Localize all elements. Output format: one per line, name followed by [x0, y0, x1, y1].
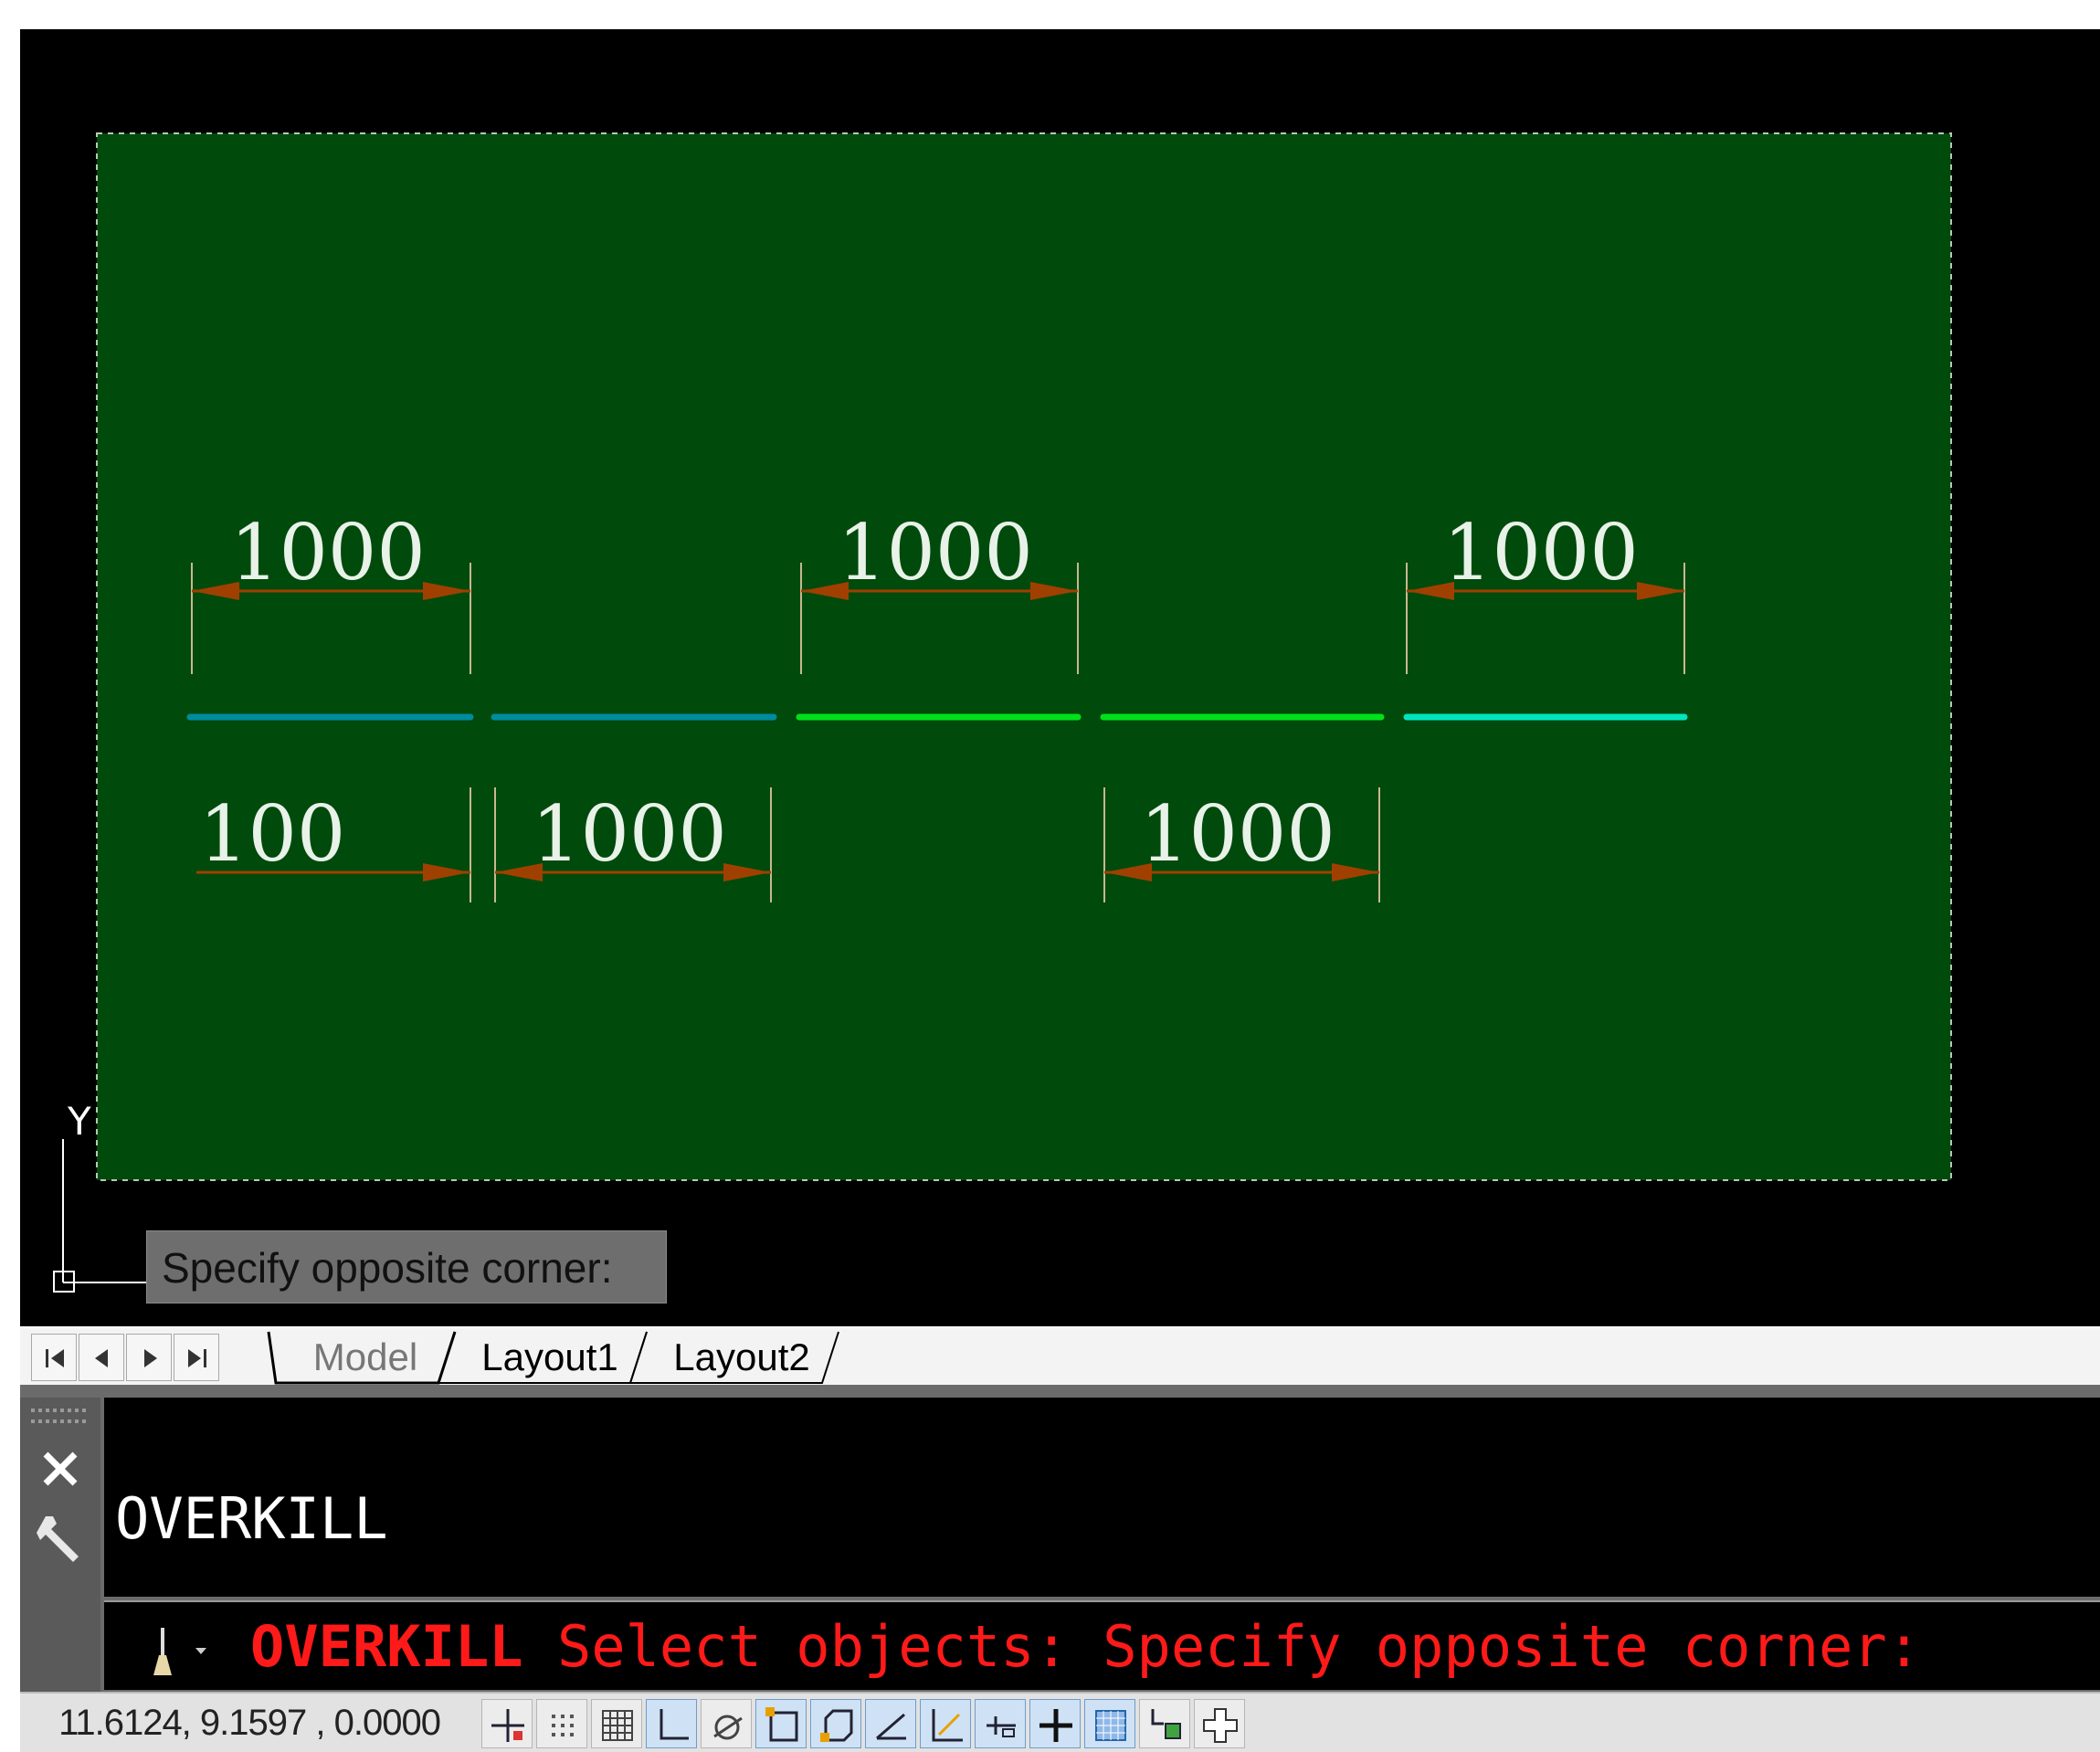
object-snap-tracking-toggle[interactable]: [865, 1699, 916, 1748]
dimension-text: 1000: [1443, 508, 1639, 597]
drawing-canvas[interactable]: 1000 1000 1000 100 1000 1000 Y Specify o…: [20, 29, 2100, 1326]
dynamic-ucs-icon: [932, 1709, 963, 1742]
object-snap-toggle[interactable]: [755, 1699, 807, 1748]
tab-layout2[interactable]: Layout2: [650, 1330, 833, 1385]
command-window-toolbar: [20, 1398, 100, 1692]
quick-properties-toggle[interactable]: [1139, 1699, 1190, 1748]
first-icon: [46, 1349, 64, 1367]
dynamic-input-icon: [987, 1716, 1016, 1737]
ortho-mode-icon: [660, 1709, 689, 1740]
grid-display-icon: [602, 1710, 633, 1741]
last-tab-button[interactable]: [174, 1334, 219, 1381]
command-window: OVERKILL OVERKILL Select objects: Specif…: [20, 1385, 2100, 1692]
3d-object-snap-icon: [820, 1709, 853, 1742]
autocad-window: 1000 1000 1000 100 1000 1000 Y Specify o…: [20, 29, 2100, 1752]
first-tab-button[interactable]: [31, 1334, 77, 1381]
last-icon: [188, 1349, 206, 1367]
tab-layout1[interactable]: Layout1: [459, 1330, 641, 1385]
command-history: OVERKILL: [104, 1398, 2100, 1597]
command-history-line: OVERKILL: [115, 1485, 388, 1552]
status-bar: 11.6124, 9.1597 , 0.0000: [20, 1692, 2100, 1752]
dimension-text: 1000: [1140, 789, 1335, 879]
infer-constraints-icon: [491, 1709, 524, 1742]
selection-cycling-toggle[interactable]: [1194, 1699, 1245, 1748]
grip-icon[interactable]: [29, 1405, 90, 1429]
dynamic-input-tooltip: Specify opposite corner:: [146, 1230, 667, 1303]
grid-display-toggle[interactable]: [591, 1699, 642, 1748]
selection-window: [96, 132, 1952, 1181]
coordinates-readout[interactable]: 11.6124, 9.1597 , 0.0000: [26, 1699, 473, 1747]
previous-tab-button[interactable]: [79, 1334, 124, 1381]
close-icon[interactable]: [37, 1445, 84, 1493]
polar-tracking-icon: [713, 1715, 743, 1740]
recent-commands-icon[interactable]: [148, 1624, 214, 1679]
snap-mode-toggle[interactable]: [536, 1699, 587, 1748]
drawing-svg: 1000 1000 1000 100 1000 1000 Y: [53, 132, 1952, 1293]
ucs-y-label: Y: [67, 1099, 91, 1144]
next-tab-button[interactable]: [126, 1334, 172, 1381]
command-prompt: OVERKILL Select objects: Specify opposit…: [250, 1613, 1921, 1680]
selection-cycling-icon: [1203, 1708, 1238, 1743]
wrench-icon[interactable]: [35, 1509, 86, 1564]
lineweight-icon: [1039, 1709, 1072, 1742]
object-snap-icon: [765, 1707, 798, 1742]
command-line[interactable]: OVERKILL Select objects: Specify opposit…: [104, 1600, 2100, 1690]
dimension-text: 1000: [230, 508, 426, 597]
dimension-text: 1000: [532, 789, 727, 879]
tab-model[interactable]: Model: [274, 1330, 457, 1385]
polar-tracking-toggle[interactable]: [701, 1699, 752, 1748]
command-prompt-command: OVERKILL: [250, 1613, 523, 1680]
next-icon: [144, 1349, 157, 1367]
snap-mode-icon: [552, 1715, 574, 1736]
dynamic-ucs-toggle[interactable]: [920, 1699, 971, 1748]
transparency-toggle[interactable]: [1084, 1699, 1135, 1748]
transparency-icon: [1095, 1710, 1126, 1741]
previous-icon: [95, 1349, 108, 1367]
ortho-mode-toggle[interactable]: [646, 1699, 697, 1748]
lineweight-toggle[interactable]: [1029, 1699, 1081, 1748]
3d-object-snap-toggle[interactable]: [810, 1699, 861, 1748]
dimension-text: 1000: [838, 508, 1033, 597]
command-prompt-message: Select objects: Specify opposite corner:: [556, 1613, 1922, 1680]
dynamic-input-toggle[interactable]: [975, 1699, 1026, 1748]
object-snap-tracking-icon: [876, 1713, 906, 1740]
infer-constraints-toggle[interactable]: [481, 1699, 533, 1748]
dimension-text: 100: [199, 789, 345, 879]
layout-tab-strip: Model Layout1 Layout2: [20, 1326, 2100, 1385]
quick-properties-icon: [1151, 1709, 1181, 1739]
